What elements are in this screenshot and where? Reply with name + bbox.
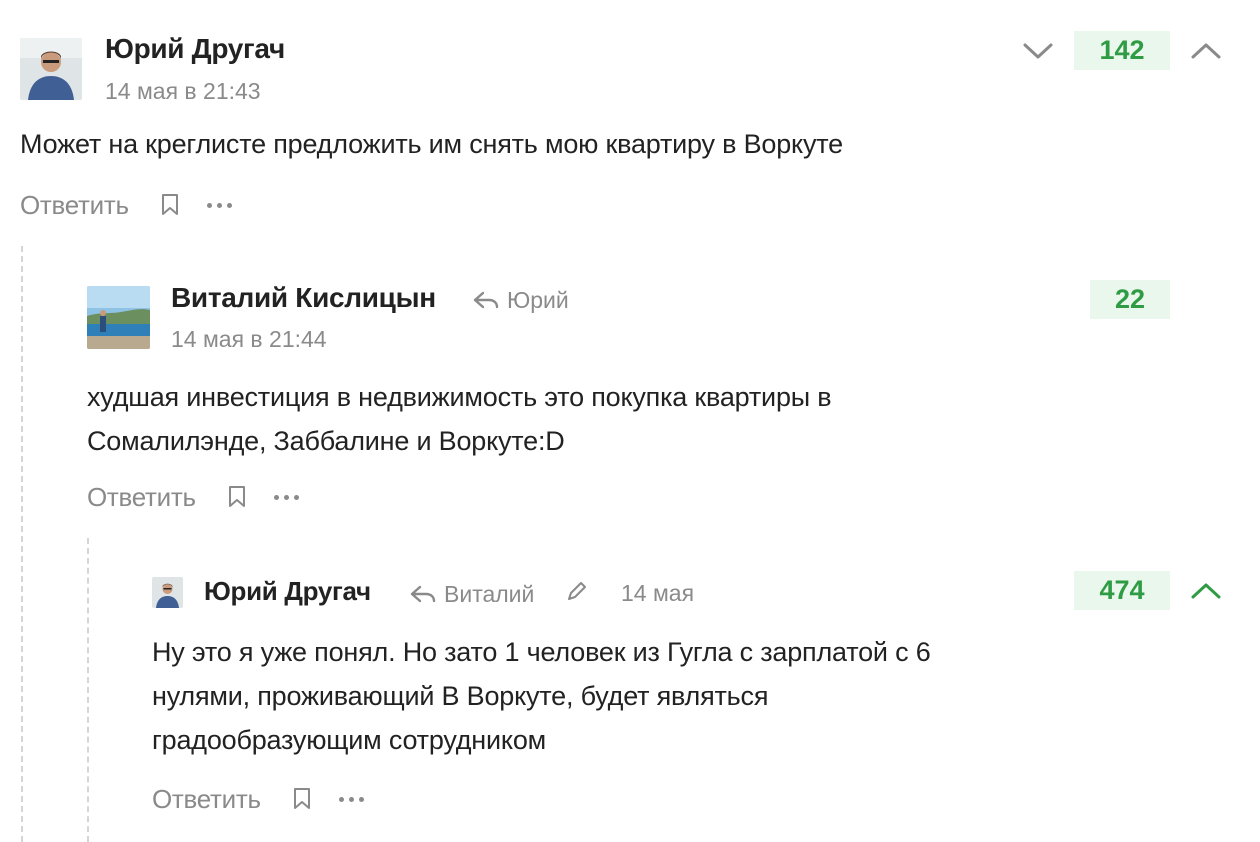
reply-to-link[interactable]: Виталий: [410, 580, 534, 608]
more-dots-icon[interactable]: [206, 202, 232, 208]
comment-text: худшая инвестиция в недвижимость это пок…: [87, 375, 832, 463]
vote-up-button[interactable]: [1188, 576, 1224, 606]
bookmark-icon[interactable]: [293, 788, 311, 810]
comment-actions: Ответить: [87, 480, 299, 514]
comment-actions: Ответить: [152, 782, 364, 816]
reply-button[interactable]: Ответить: [87, 482, 196, 513]
avatar[interactable]: [87, 286, 150, 349]
comment-date[interactable]: 14 мая в 21:44: [171, 326, 327, 353]
reply-arrow-icon: [473, 291, 499, 309]
comment-text-line: Сомалилэнде, Заббалине и Воркуте:D: [87, 426, 565, 456]
thread-line-level-2: [87, 538, 89, 842]
vote-up-icon: [1191, 583, 1221, 599]
vote-up-button[interactable]: [1188, 36, 1224, 66]
reply-to-name: Виталий: [444, 580, 535, 607]
comment-text-line: Ну это я уже понял. Но зато 1 человек из…: [152, 637, 931, 667]
comment-author[interactable]: Виталий Кислицын: [171, 282, 436, 314]
avatar[interactable]: [152, 577, 183, 608]
comment-score: 474: [1074, 571, 1170, 610]
reply-to-name: Юрий: [507, 286, 569, 313]
edit-pencil-icon[interactable]: [566, 580, 588, 602]
avatar[interactable]: [20, 38, 82, 100]
bookmark-icon[interactable]: [161, 194, 179, 216]
comment-text-line: градообразующим сотрудником: [152, 725, 546, 755]
comment-score: 22: [1090, 280, 1170, 319]
comment-text-line: нулями, проживающий В Воркуте, будет явл…: [152, 681, 769, 711]
vote-down-button[interactable]: [1020, 36, 1056, 66]
more-dots-icon[interactable]: [338, 796, 364, 802]
comment-date[interactable]: 14 мая в 21:43: [105, 78, 261, 105]
comment-text-line: худшая инвестиция в недвижимость это пок…: [87, 382, 832, 412]
comment-text: Может на креглисте предложить им снять м…: [20, 129, 843, 159]
comment-actions: Ответить: [20, 188, 232, 222]
comment-score: 142: [1074, 31, 1170, 70]
comment-author[interactable]: Юрий Другач: [204, 576, 371, 607]
vote-up-icon: [1191, 43, 1221, 59]
reply-to-link[interactable]: Юрий: [473, 286, 569, 314]
bookmark-icon[interactable]: [228, 486, 246, 508]
more-dots-icon[interactable]: [273, 494, 299, 500]
reply-arrow-icon: [410, 585, 436, 603]
reply-button[interactable]: Ответить: [20, 190, 129, 221]
comment-text: Ну это я уже понял. Но зато 1 человек из…: [152, 630, 931, 762]
comment-author[interactable]: Юрий Другач: [105, 33, 285, 65]
thread-line-level-1: [21, 246, 23, 842]
vote-down-icon: [1023, 43, 1053, 59]
comment-date[interactable]: 14 мая: [621, 580, 694, 607]
reply-button[interactable]: Ответить: [152, 784, 261, 815]
